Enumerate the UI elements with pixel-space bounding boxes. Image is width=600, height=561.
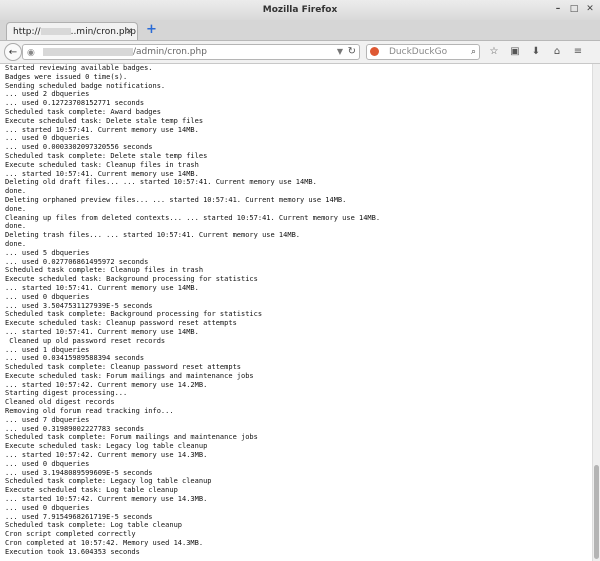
log-line: ... used 0.12723708152771 seconds	[5, 99, 145, 108]
log-line: ... used 0.03415989588394 seconds	[5, 354, 145, 363]
maximize-button[interactable]: □	[568, 3, 580, 15]
log-line: Deleting trash files... ... started 10:5…	[5, 231, 301, 240]
vertical-scrollbar[interactable]	[592, 64, 600, 561]
log-line: ... started 10:57:41. Current memory use…	[5, 125, 199, 134]
star-icon[interactable]: ☆	[486, 44, 502, 60]
log-line: Scheduled task complete: Log table clean…	[5, 521, 183, 530]
log-line: Execution took 13.604353 seconds	[5, 547, 140, 556]
menu-icon[interactable]: ≡	[570, 44, 586, 60]
log-line: Scheduled task complete: Cleanup passwor…	[5, 363, 242, 372]
search-input[interactable]: DuckDuckGo ⌕	[366, 44, 480, 60]
minimize-button[interactable]: –	[552, 3, 564, 15]
log-line: done.	[5, 239, 27, 248]
reload-icon[interactable]: ↻	[348, 45, 356, 59]
log-line: ... used 5 dbqueries	[5, 248, 90, 257]
log-line: ... used 7 dbqueries	[5, 415, 90, 424]
log-line: Execute scheduled task: Background proce…	[5, 275, 258, 284]
log-line: Scheduled task complete: Delete stale te…	[5, 151, 208, 160]
log-line: Execute scheduled task: Cleanup password…	[5, 319, 237, 328]
search-go-icon[interactable]: ⌕	[471, 45, 476, 59]
tab-bar: http://..min/cron.php ✕ +	[0, 20, 600, 41]
log-line: ... used 0 dbqueries	[5, 459, 90, 468]
download-icon[interactable]: ⬇	[528, 44, 544, 60]
log-line: ... used 3.5047531127939E-5 seconds	[5, 301, 153, 310]
url-bar[interactable]: ◉ /admin/cron.php ▼ ↻	[22, 44, 360, 60]
redacted-url	[43, 47, 133, 56]
log-line: Cron script completed correctly	[5, 530, 136, 539]
log-line: Cleaned up old password reset records	[5, 336, 166, 345]
log-line: ... used 2 dbqueries	[5, 90, 90, 99]
log-line: Scheduled task complete: Background proc…	[5, 310, 263, 319]
log-line: done.	[5, 222, 27, 231]
log-line: Deleting orphaned preview files... ... s…	[5, 195, 347, 204]
navigation-bar: ← ◉ /admin/cron.php ▼ ↻ DuckDuckGo ⌕ ☆ ▣…	[0, 41, 600, 64]
log-line: Starting digest processing...	[5, 389, 128, 398]
log-line: ... used 0.31989002227783 seconds	[5, 424, 145, 433]
log-line: Scheduled task complete: Award badges	[5, 107, 161, 116]
tab-label-prefix: http://	[13, 27, 41, 37]
cron-log-output: Started reviewing available badges. Badge…	[0, 64, 592, 557]
log-line: ... used 0 dbqueries	[5, 503, 90, 512]
log-line: Execute scheduled task: Delete stale tem…	[5, 116, 204, 125]
log-line: ... started 10:57:41. Current memory use…	[5, 283, 199, 292]
log-line: ... started 10:57:41. Current memory use…	[5, 327, 199, 336]
toolbar-icons: ☆ ▣ ⬇ ⌂ ≡	[486, 44, 586, 60]
back-button[interactable]: ←	[4, 43, 22, 61]
log-line: Scheduled task complete: Legacy log tabl…	[5, 477, 212, 486]
log-line: ... started 10:57:42. Current memory use…	[5, 451, 208, 460]
log-line: ... used 0 dbqueries	[5, 134, 90, 143]
log-line: Execute scheduled task: Forum mailings a…	[5, 371, 254, 380]
dropdown-arrow-icon[interactable]: ▼	[337, 45, 343, 59]
home-icon[interactable]: ⌂	[549, 44, 565, 60]
log-line: ... used 7.9154968261719E-5 seconds	[5, 512, 153, 521]
globe-icon: ◉	[27, 48, 35, 58]
window-controls: – □ ✕	[552, 3, 596, 15]
log-line: ... started 10:57:41. Current memory use…	[5, 169, 199, 178]
log-line: Cleaned old digest records	[5, 398, 115, 407]
log-line: Scheduled task complete: Forum mailings …	[5, 433, 258, 442]
scrollbar-thumb[interactable]	[594, 465, 599, 559]
log-line: ... used 0.027706861495972 seconds	[5, 257, 149, 266]
page-content: Started reviewing available badges. Badge…	[0, 64, 592, 561]
duckduckgo-icon	[370, 47, 379, 56]
log-line: done.	[5, 187, 27, 196]
clipboard-icon[interactable]: ▣	[507, 44, 523, 60]
log-line: ... used 1 dbqueries	[5, 345, 90, 354]
url-text: /admin/cron.php	[133, 47, 207, 57]
log-line: Deleting old draft files... ... started …	[5, 178, 317, 187]
redacted-host	[40, 28, 71, 35]
log-line: Cron completed at 10:57:42. Memory used …	[5, 539, 204, 548]
log-line: Scheduled task complete: Cleanup files i…	[5, 266, 204, 275]
window-titlebar: Mozilla Firefox – □ ✕	[0, 0, 600, 20]
log-line: Sending scheduled badge notifications.	[5, 81, 166, 90]
log-line: ... used 0 dbqueries	[5, 292, 90, 301]
log-line: Started reviewing available badges.	[5, 64, 153, 72]
log-line: Execute scheduled task: Log table cleanu…	[5, 486, 178, 495]
log-line: ... started 10:57:42. Current memory use…	[5, 495, 208, 504]
log-line: ... used 3.1948089599609E-5 seconds	[5, 468, 153, 477]
log-line: Removing old forum read tracking info...	[5, 407, 174, 416]
close-window-button[interactable]: ✕	[584, 3, 596, 15]
log-line: ... used 0.0003302097320556 seconds	[5, 143, 153, 152]
log-line: Execute scheduled task: Legacy log table…	[5, 442, 208, 451]
log-line: Execute scheduled task: Cleanup files in…	[5, 160, 199, 169]
log-line: Cleaning up files from deleted contexts.…	[5, 213, 381, 222]
log-line: ... started 10:57:42. Current memory use…	[5, 380, 208, 389]
tab-cron[interactable]: http://..min/cron.php ✕	[6, 22, 138, 40]
window-title: Mozilla Firefox	[262, 5, 338, 15]
search-placeholder: DuckDuckGo	[389, 47, 448, 57]
log-line: Badges were issued 0 time(s).	[5, 72, 128, 81]
log-line: done.	[5, 204, 27, 213]
close-tab-icon[interactable]: ✕	[125, 23, 133, 40]
new-tab-button[interactable]: +	[146, 22, 157, 38]
